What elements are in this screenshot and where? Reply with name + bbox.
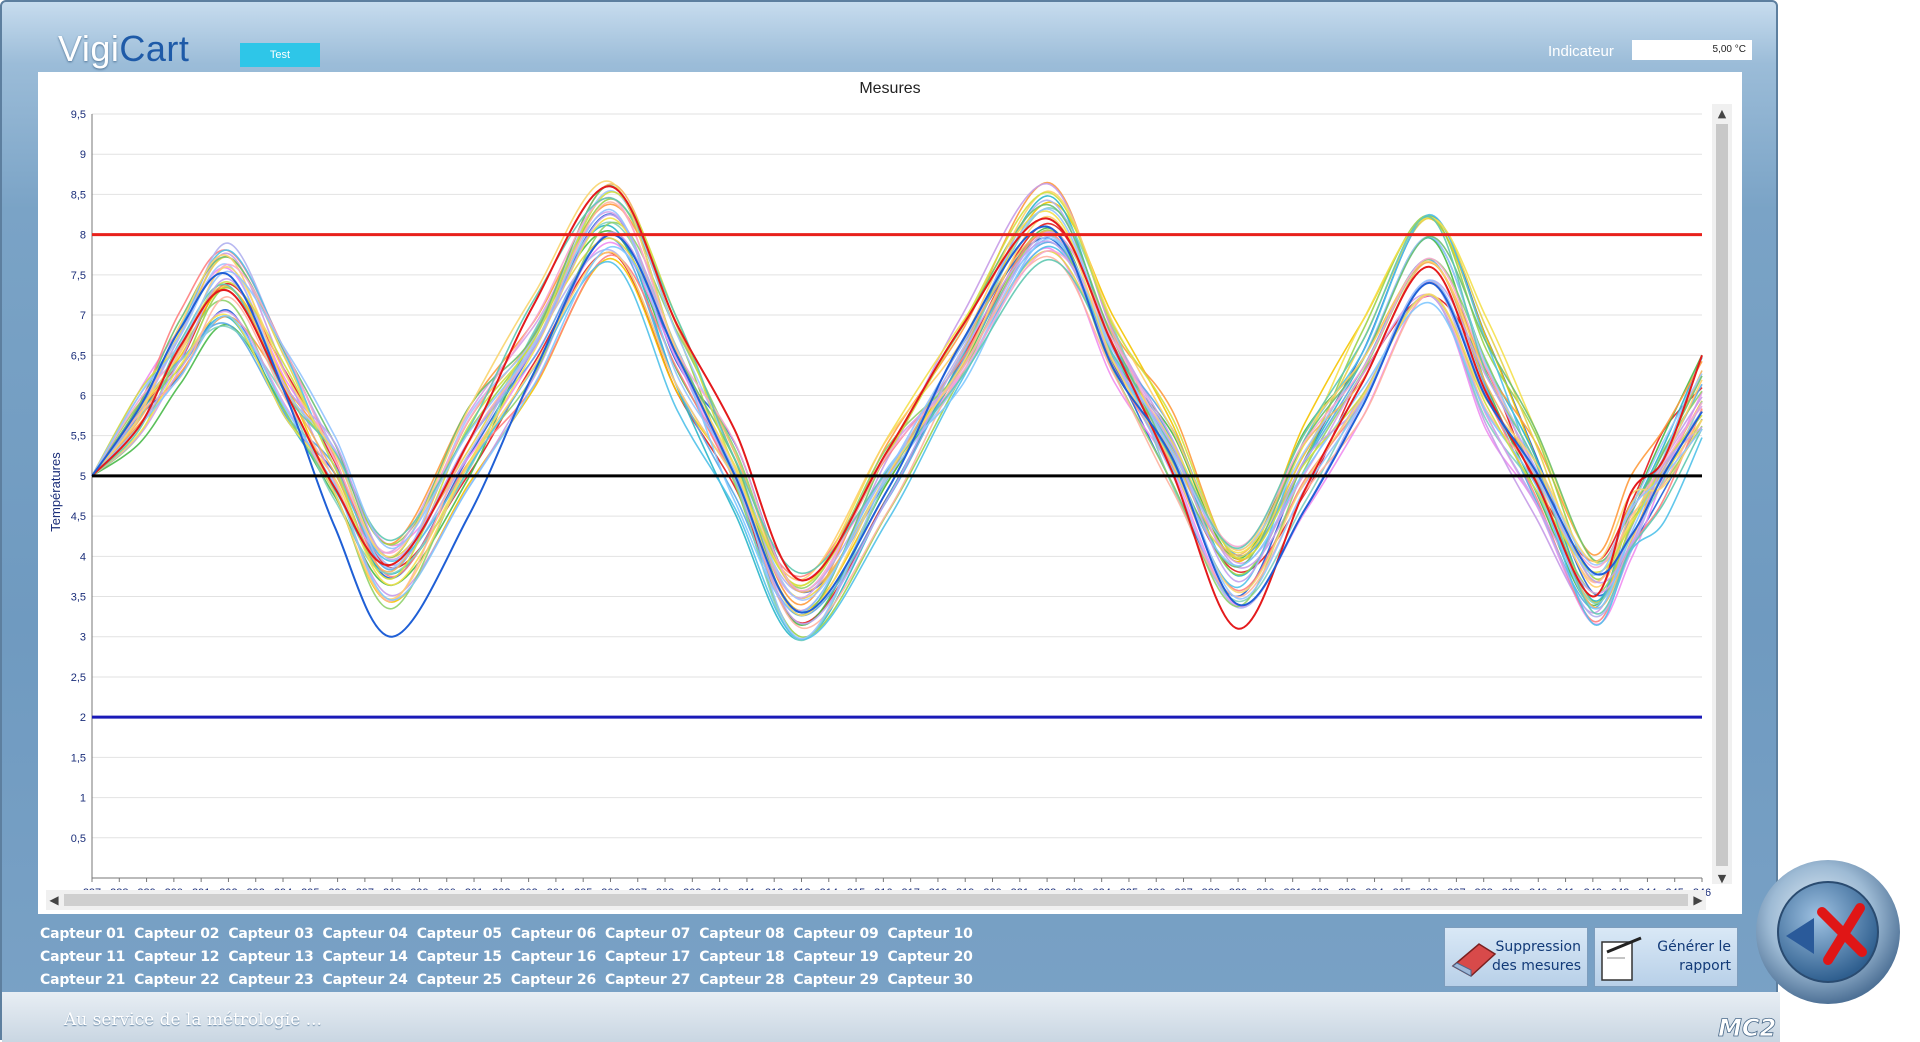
legend-item[interactable]: Capteur 01 (40, 926, 125, 942)
y-tick-label: 6,5 (71, 350, 86, 362)
series-line (91, 184, 1703, 616)
y-tick-label: 0,5 (71, 833, 86, 845)
y-tick-labels: 0,5 1 1,5 2 2,5 3 3,5 4 4,5 5 5,5 6 6,5 7 7,5 8 8,5 9 9,5 (71, 109, 86, 845)
series-line-highlighted (91, 185, 1703, 630)
y-tick-label: 3 (80, 632, 86, 644)
legend-item[interactable]: Capteur 15 (417, 949, 502, 965)
series-line (91, 180, 1703, 617)
legend-item[interactable]: Capteur 13 (228, 949, 313, 965)
y-tick-label: 7,5 (71, 270, 86, 282)
y-tick-label: 5 (80, 471, 86, 483)
scroll-down-icon[interactable]: ▼ (1718, 872, 1727, 885)
series-line (91, 181, 1703, 606)
vertical-scroll-thumb[interactable] (1716, 124, 1728, 866)
legend-item[interactable]: Capteur 27 (605, 972, 690, 988)
legend-item[interactable]: Capteur 28 (699, 972, 784, 988)
logo-cart: Cart (119, 28, 190, 69)
y-tick-label: 8 (80, 230, 86, 242)
sensor-legend: Capteur 01 Capteur 02 Capteur 03 Capteur 04… (40, 922, 973, 991)
legend-item[interactable]: Capteur 26 (511, 972, 596, 988)
y-tick-label: 1,5 (71, 752, 86, 764)
svg-text:MC2: MC2 (1718, 1014, 1776, 1040)
y-tick-label: 4 (80, 551, 86, 563)
series-lines (91, 180, 1703, 642)
horizontal-scroll-thumb[interactable] (64, 894, 1688, 906)
scroll-up-icon[interactable]: ▲ (1718, 107, 1727, 120)
horizontal-scrollbar[interactable]: ◀ ▶ (46, 890, 1706, 910)
tagline: Au service de la métrologie ... (64, 1010, 322, 1030)
test-badge[interactable]: Test (240, 43, 320, 67)
legend-item[interactable]: Capteur 09 (793, 926, 878, 942)
vertical-scrollbar[interactable]: ▲ ▼ (1712, 104, 1732, 885)
temperature-chart: Mesures Températures 0,5 1 1,5 2 2,5 3 3,5 4 4,5… (48, 80, 1732, 899)
legend-item[interactable]: Capteur 30 (888, 972, 973, 988)
legend-item[interactable]: Capteur 18 (699, 949, 784, 965)
legend-row: Capteur 21 Capteur 22 Capteur 23 Capteur 24… (40, 968, 973, 991)
series-line (91, 213, 1703, 598)
indicator-label: Indicateur (1548, 43, 1614, 60)
y-tick-label: 9 (80, 149, 86, 161)
scroll-right-icon[interactable]: ▶ (1690, 892, 1706, 908)
legend-row: Capteur 01 Capteur 02 Capteur 03 Capteur 04… (40, 922, 973, 945)
series-line (91, 182, 1703, 614)
legend-item[interactable]: Capteur 14 (323, 949, 408, 965)
legend-item[interactable]: Capteur 02 (134, 926, 219, 942)
y-tick-label: 8,5 (71, 189, 86, 201)
exit-button[interactable] (1752, 856, 1914, 1018)
legend-item[interactable]: Capteur 23 (228, 972, 313, 988)
legend-item[interactable]: Capteur 07 (605, 926, 690, 942)
legend-item[interactable]: Capteur 11 (40, 949, 125, 965)
legend-item[interactable]: Capteur 04 (323, 926, 408, 942)
legend-item[interactable]: Capteur 03 (228, 926, 313, 942)
legend-item[interactable]: Capteur 24 (323, 972, 408, 988)
legend-row: Capteur 11 Capteur 12 Capteur 13 Capteur 14… (40, 945, 973, 968)
series-line (91, 183, 1703, 609)
legend-item[interactable]: Capteur 20 (888, 949, 973, 965)
y-tick-label: 4,5 (71, 511, 86, 523)
y-tick-label: 1 (80, 793, 86, 805)
y-axis-label: Températures (48, 452, 63, 532)
legend-item[interactable]: Capteur 08 (699, 926, 784, 942)
legend-item[interactable]: Capteur 16 (511, 949, 596, 965)
generate-report-button[interactable]: Générer le rapport (1594, 927, 1738, 987)
legend-item[interactable]: Capteur 10 (888, 926, 973, 942)
y-tick-label: 9,5 (71, 109, 86, 121)
legend-item[interactable]: Capteur 21 (40, 972, 125, 988)
legend-item[interactable]: Capteur 17 (605, 949, 690, 965)
delete-measurements-button[interactable]: Suppression des mesures (1444, 927, 1588, 987)
legend-item[interactable]: Capteur 05 (417, 926, 502, 942)
legend-item[interactable]: Capteur 19 (793, 949, 878, 965)
app-logo: VigiCart (58, 28, 189, 70)
legend-item[interactable]: Capteur 25 (417, 972, 502, 988)
chart-title: Mesures (859, 80, 920, 97)
y-tick-label: 5,5 (71, 431, 86, 443)
legend-item[interactable]: Capteur 22 (134, 972, 219, 988)
y-tick-label: 2 (80, 712, 86, 724)
y-tick-label: 3,5 (71, 592, 86, 604)
y-tick-label: 6 (80, 390, 86, 402)
reference-lines (92, 233, 1702, 719)
mc2-logo: MC2 (1718, 1014, 1777, 1040)
document-pen-icon (1601, 936, 1642, 981)
legend-item[interactable]: Capteur 29 (793, 972, 878, 988)
eraser-icon (1451, 943, 1497, 977)
y-tick-label: 7 (80, 310, 86, 322)
y-tick-label: 2,5 (71, 672, 86, 684)
logo-vigi: Vigi (58, 28, 120, 69)
indicator-value-field[interactable]: 5,00 °C (1632, 40, 1752, 60)
legend-item[interactable]: Capteur 12 (134, 949, 219, 965)
header-bar: VigiCart Test Indicateur 5,00 °C (12, 12, 1768, 72)
legend-item[interactable]: Capteur 06 (511, 926, 596, 942)
scroll-left-icon[interactable]: ◀ (46, 892, 62, 908)
chart-panel: Mesures Températures 0,5 1 1,5 2 2,5 3 3,5 4 4,5… (38, 72, 1742, 914)
app-window: VigiCart Test Indicateur 5,00 °C Mesures… (0, 0, 1780, 1042)
